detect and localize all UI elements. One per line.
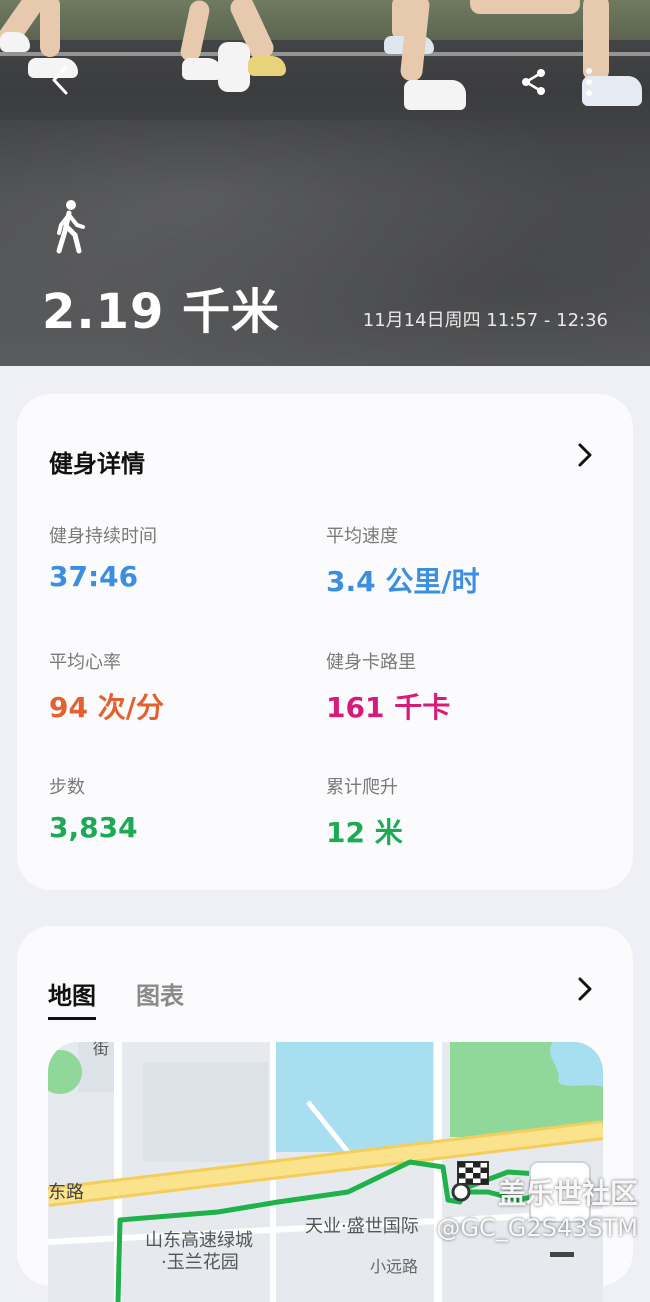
metric-label: 健身持续时间 <box>49 526 157 547</box>
metric-label: 累计爬升 <box>326 777 398 798</box>
metric-label: 步数 <box>49 777 85 798</box>
metric-label: 平均速度 <box>326 526 398 547</box>
runner-leg <box>40 0 60 57</box>
chevron-right-icon[interactable] <box>577 442 593 472</box>
more-vertical-icon[interactable] <box>574 62 604 102</box>
metric-avg-speed: 平均速度 3.4 公里/时 <box>326 522 480 600</box>
tab-chart[interactable]: 图表 <box>136 976 184 1011</box>
metric-value: 3.4 公里/时 <box>326 565 480 598</box>
tab-active-indicator <box>48 1017 96 1020</box>
metric-value: 12 米 <box>326 816 403 849</box>
back-arrow-icon[interactable] <box>42 62 78 98</box>
runner-shoe <box>0 32 30 52</box>
metric-calories: 健身卡路里 161 千卡 <box>326 648 450 726</box>
runner-shoe <box>182 58 222 80</box>
workout-distance: 2.19 千米 <box>42 284 281 340</box>
hero-road-line <box>0 52 650 56</box>
map-label-place2: 天业·盛世国际 <box>305 1216 419 1237</box>
metric-value: 3,834 <box>49 811 138 844</box>
runner-shoe <box>404 80 466 110</box>
metric-elevation: 累计爬升 12 米 <box>326 773 403 851</box>
chevron-right-icon[interactable] <box>577 976 593 1006</box>
metric-steps: 步数 3,834 <box>49 773 138 844</box>
metric-value: 37:46 <box>49 560 139 593</box>
metric-label: 健身卡路里 <box>326 652 416 673</box>
watermark-community: 盖乐世社区 <box>497 1177 638 1210</box>
metric-value: 94 次/分 <box>49 691 164 724</box>
metric-value: 161 千卡 <box>326 691 451 724</box>
metric-label: 平均心率 <box>49 652 121 673</box>
watermark-user: @GC_G2S43STM <box>436 1214 638 1242</box>
tab-map-label: 地图 <box>48 982 96 1010</box>
runner-leg <box>470 0 580 14</box>
walking-person-icon <box>50 198 90 256</box>
tab-chart-label: 图表 <box>136 982 184 1010</box>
runner-shoe <box>218 42 250 92</box>
workout-datetime: 11月14日周四 11:57 - 12:36 <box>362 310 608 331</box>
runner-shoe <box>248 56 286 76</box>
map-label-road: 东路 <box>48 1182 84 1203</box>
metric-heart-rate: 平均心率 94 次/分 <box>49 648 164 726</box>
hero-banner: 2.19 千米 11月14日周四 11:57 - 12:36 <box>0 0 650 366</box>
map-label-street: 街 <box>93 1042 109 1058</box>
tab-map[interactable]: 地图 <box>48 976 96 1020</box>
map-label-place1a: 山东高速绿城 <box>145 1230 253 1251</box>
share-icon[interactable] <box>514 62 554 102</box>
details-title: 健身详情 <box>49 450 145 478</box>
map-label-place1b: ·玉兰花园 <box>161 1252 239 1273</box>
metric-duration: 健身持续时间 37:46 <box>49 522 157 593</box>
workout-details-card[interactable]: 健身详情 健身持续时间 37:46 平均速度 3.4 公里/时 平均心率 94 … <box>17 394 633 890</box>
